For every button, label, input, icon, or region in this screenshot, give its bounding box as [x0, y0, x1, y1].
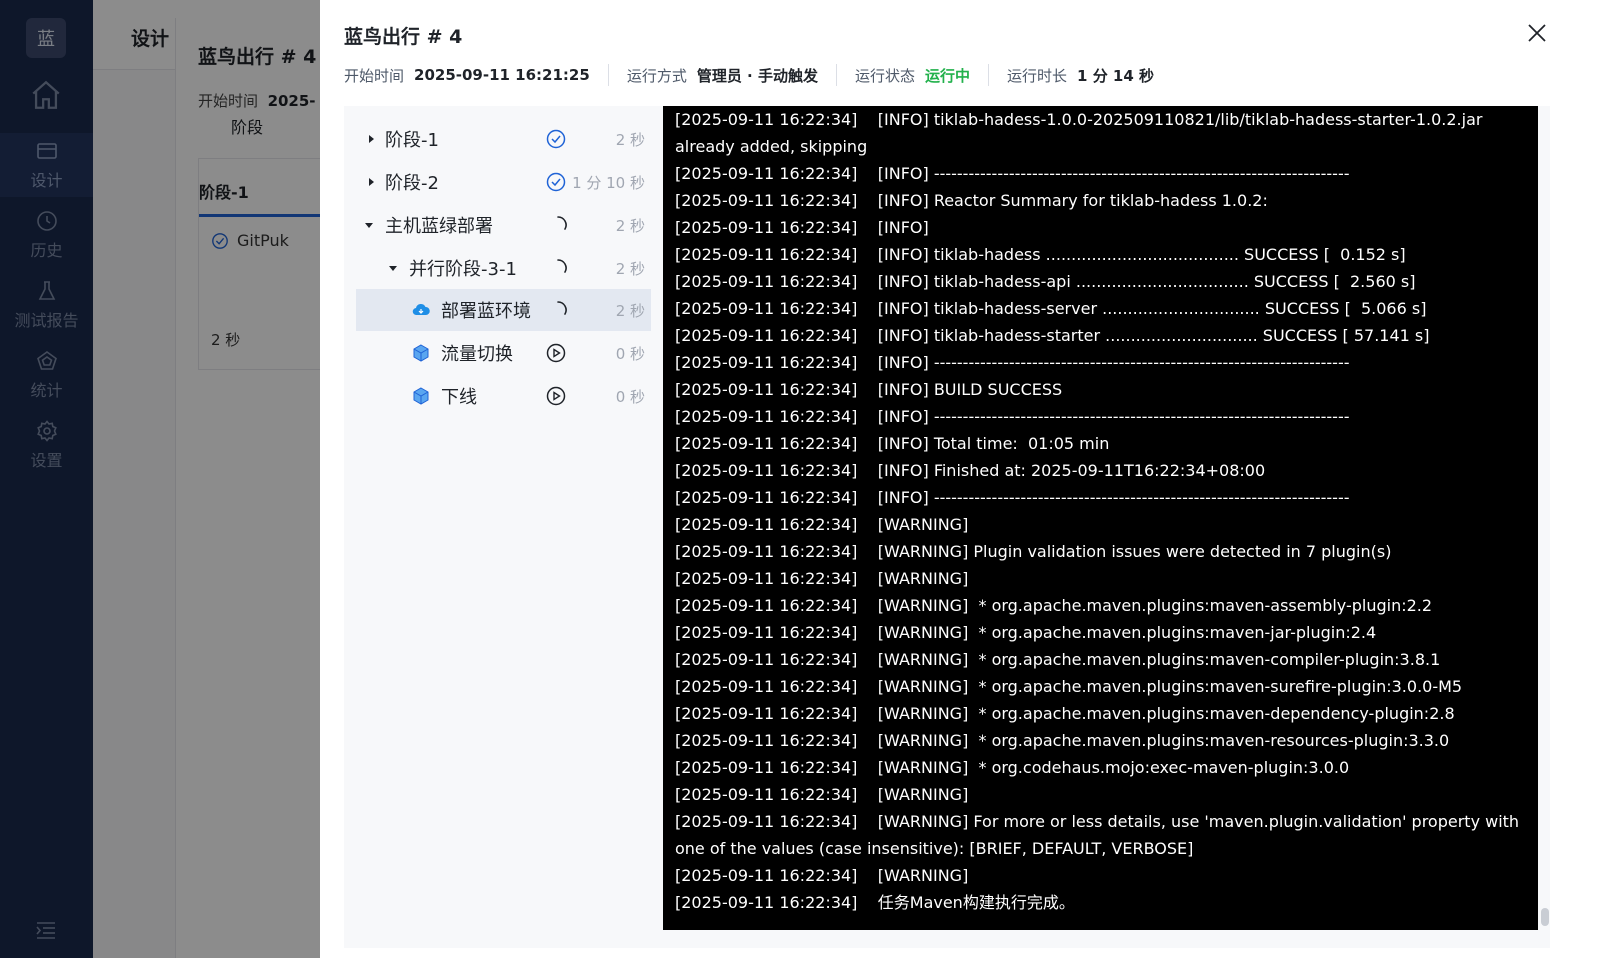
- log-line: [2025-09-11 16:22:34] [INFO] tiklab-hade…: [675, 272, 1416, 291]
- tree-item-duration: 1 分 10 秒: [572, 173, 645, 192]
- cube-icon: [413, 344, 429, 362]
- tree-item-traffic-switch[interactable]: 流量切换 0 秒: [356, 332, 651, 374]
- caret-right-icon[interactable]: [366, 134, 376, 144]
- tree-item-label: 部署蓝环境: [441, 301, 531, 322]
- log-scrollbar[interactable]: [1540, 106, 1550, 948]
- log-line: [2025-09-11 16:22:34] [WARNING]: [675, 866, 969, 885]
- divider: [988, 64, 990, 86]
- log-line: [2025-09-11 16:22:34] [WARNING]: [675, 785, 969, 804]
- tree-item-duration: 0 秒: [615, 344, 645, 363]
- tree-item-label: 下线: [441, 387, 477, 408]
- tree-item-host-blue-green-deploy[interactable]: 主机蓝绿部署 2 秒: [356, 204, 651, 246]
- start-time-label: 开始时间: [344, 66, 405, 85]
- caret-down-icon[interactable]: [364, 220, 374, 230]
- scrollbar-thumb[interactable]: [1541, 908, 1549, 926]
- log-line: [2025-09-11 16:22:34] [WARNING] * org.ap…: [675, 596, 1433, 615]
- caret-down-icon[interactable]: [388, 263, 398, 273]
- drawer-body: 阶段-1 2 秒 阶段-2 1 分 10 秒 主机蓝绿部署 2 秒 并行阶段-3…: [344, 106, 1550, 948]
- log-line: [2025-09-11 16:22:34] [WARNING] * org.ap…: [675, 677, 1463, 696]
- play-circle-icon[interactable]: [546, 386, 566, 406]
- log-line: [2025-09-11 16:22:34] [INFO] tiklab-hade…: [675, 326, 1430, 345]
- tree-item-label: 主机蓝绿部署: [385, 216, 493, 237]
- play-circle-icon[interactable]: [546, 343, 566, 363]
- log-line: [2025-09-11 16:22:34] [INFO] -----------…: [675, 407, 1350, 426]
- log-line: [2025-09-11 16:22:34] [WARNING]: [675, 569, 969, 588]
- divider: [607, 64, 609, 86]
- run-meta: 开始时间 2025-09-11 16:21:25 运行方式 管理员 · 手动触发…: [344, 64, 1154, 86]
- log-line: [2025-09-11 16:22:34] [INFO] tiklab-hade…: [675, 245, 1406, 264]
- tree-item-parallel-stage-3-1[interactable]: 并行阶段-3-1 2 秒: [356, 247, 651, 289]
- tree-item-duration: 2 秒: [615, 259, 645, 278]
- modal-mask[interactable]: [0, 0, 320, 958]
- divider: [835, 64, 837, 86]
- loading-spinner-icon: [557, 301, 567, 315]
- log-line: [2025-09-11 16:22:34] [INFO] tiklab-hade…: [675, 110, 1488, 156]
- run-mode-label: 运行方式: [626, 66, 687, 85]
- check-circle-icon: [546, 129, 566, 149]
- log-line: [2025-09-11 16:22:34] 任务Maven构建执行完成。: [675, 893, 1075, 912]
- run-duration-label: 运行时长: [1007, 66, 1068, 85]
- check-circle-icon: [546, 172, 566, 192]
- log-line: [2025-09-11 16:22:34] [INFO] -----------…: [675, 164, 1350, 183]
- tree-item-duration: 0 秒: [615, 387, 645, 406]
- tree-item-label: 流量切换: [441, 344, 513, 365]
- log-console[interactable]: [2025-09-11 16:22:34] [INFO] tiklab-hade…: [663, 106, 1538, 930]
- log-line: [2025-09-11 16:22:34] [WARNING] * org.co…: [675, 758, 1350, 777]
- log-line: [2025-09-11 16:22:34] [INFO] -----------…: [675, 488, 1350, 507]
- cloud-icon: [412, 303, 430, 316]
- log-line: [2025-09-11 16:22:34] [WARNING]: [675, 515, 969, 534]
- drawer-title: 蓝鸟出行 # 4: [344, 26, 463, 48]
- tree-item-duration: 2 秒: [615, 301, 645, 320]
- tree-item-label: 并行阶段-3-1: [409, 259, 517, 280]
- tree-item-label: 阶段-2: [385, 173, 439, 194]
- run-status-value: 运行中: [925, 66, 971, 85]
- tree-item-duration: 2 秒: [615, 130, 645, 149]
- loading-spinner-icon: [557, 259, 567, 273]
- log-line: [2025-09-11 16:22:34] [INFO] Finished at…: [675, 461, 1266, 480]
- log-line: [2025-09-11 16:22:34] [INFO] BUILD SUCCE…: [675, 380, 1063, 399]
- log-line: [2025-09-11 16:22:34] [WARNING] * org.ap…: [675, 623, 1377, 642]
- log-line: [2025-09-11 16:22:34] [WARNING] * org.ap…: [675, 731, 1450, 750]
- log-line: [2025-09-11 16:22:34] [INFO] -----------…: [675, 353, 1350, 372]
- log-line: [2025-09-11 16:22:34] [WARNING] Plugin v…: [675, 542, 1392, 561]
- log-line: [2025-09-11 16:22:34] [WARNING] For more…: [675, 812, 1525, 858]
- log-line: [2025-09-11 16:22:34] [INFO] Total time:…: [675, 434, 1110, 453]
- stage-tree: 阶段-1 2 秒 阶段-2 1 分 10 秒 主机蓝绿部署 2 秒 并行阶段-3…: [344, 106, 663, 948]
- tree-item-offline[interactable]: 下线 0 秒: [356, 375, 651, 417]
- tree-item-duration: 2 秒: [615, 216, 645, 235]
- cube-icon: [413, 387, 429, 405]
- start-time-value: 2025-09-11 16:21:25: [414, 66, 590, 84]
- loading-spinner-icon: [557, 216, 567, 230]
- tree-item-deploy-blue-env[interactable]: 部署蓝环境 2 秒: [356, 289, 651, 331]
- log-line: [2025-09-11 16:22:34] [WARNING] * org.ap…: [675, 704, 1455, 723]
- run-mode-value: 管理员 · 手动触发: [696, 66, 818, 85]
- run-detail-drawer: 蓝鸟出行 # 4 开始时间 2025-09-11 16:21:25 运行方式 管…: [320, 0, 1598, 958]
- tree-item-stage-2[interactable]: 阶段-2 1 分 10 秒: [356, 161, 651, 203]
- run-status-label: 运行状态: [854, 66, 915, 85]
- log-line: [2025-09-11 16:22:34] [INFO] tiklab-hade…: [675, 299, 1427, 318]
- log-line: [2025-09-11 16:22:34] [INFO]: [675, 218, 929, 237]
- tree-item-stage-1[interactable]: 阶段-1 2 秒: [356, 118, 651, 160]
- log-line: [2025-09-11 16:22:34] [WARNING] * org.ap…: [675, 650, 1441, 669]
- caret-right-icon[interactable]: [366, 177, 376, 187]
- tree-item-label: 阶段-1: [385, 130, 439, 151]
- close-icon[interactable]: [1526, 22, 1548, 44]
- run-duration-value: 1 分 14 秒: [1077, 66, 1155, 85]
- log-line: [2025-09-11 16:22:34] [INFO] Reactor Sum…: [675, 191, 1268, 210]
